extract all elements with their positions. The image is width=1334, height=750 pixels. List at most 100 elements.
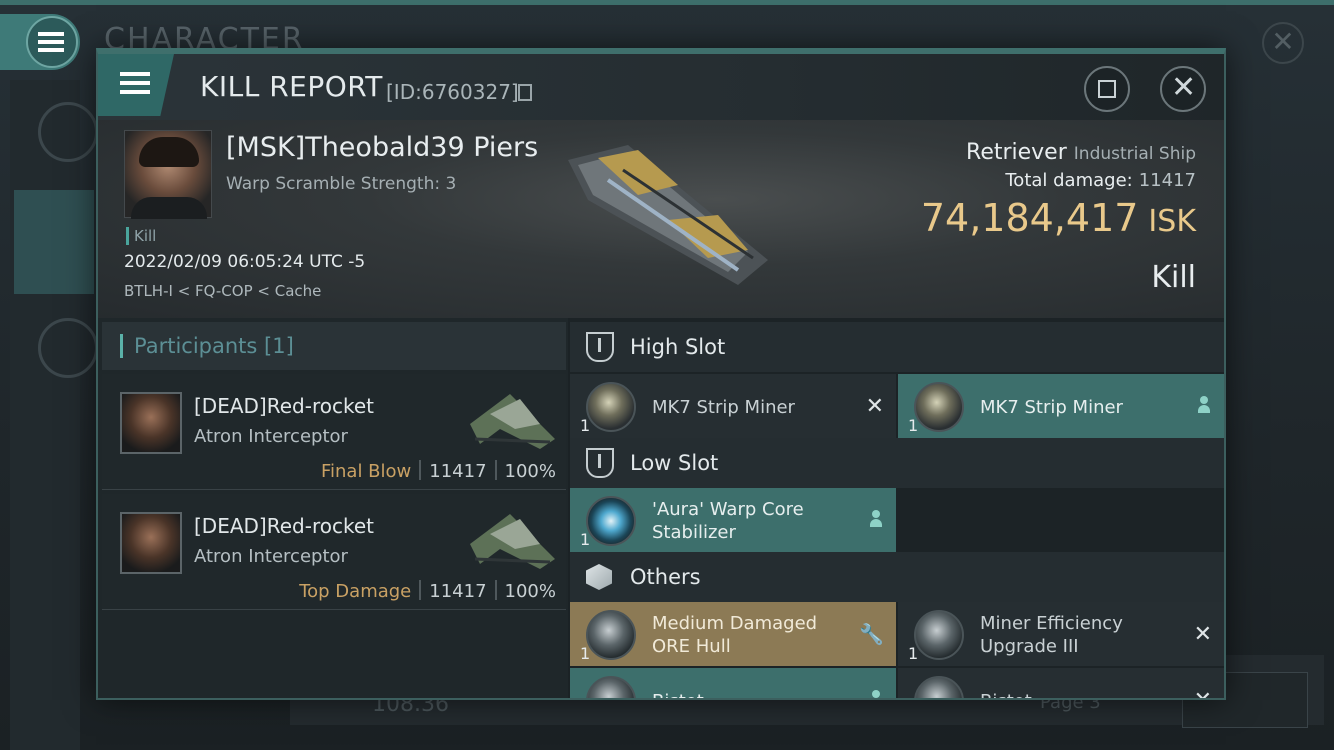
participant-name: [DEAD]Red-rocket — [194, 514, 374, 538]
item-name: Miner Efficiency Upgrade III — [980, 613, 1123, 657]
retriever-ship-icon[interactable] — [548, 140, 778, 290]
item-row[interactable]: 1 Miner Efficiency Upgrade III ✕ — [898, 602, 1224, 666]
victim-name[interactable]: [MSK]Theobald39 Piers — [226, 132, 538, 163]
menu-ring — [26, 16, 78, 68]
destroyed-icon: ✕ — [1194, 688, 1212, 698]
share-icon — [1098, 80, 1116, 98]
kill-location[interactable]: BTLH-I < FQ-COP < Cache — [124, 282, 321, 300]
item-row[interactable]: 1 Medium Damaged ORE Hull 🔧 — [570, 602, 896, 666]
miner-upgrade-icon — [914, 610, 964, 660]
result-label: Kill — [1151, 260, 1196, 295]
participants-panel: Participants [1] [DEAD]Red-rocket Atron … — [98, 318, 568, 698]
divider — [494, 460, 497, 480]
isk-value: 74,184,417 ISK — [921, 196, 1196, 240]
participant-damage: 11417 — [429, 581, 487, 602]
participant-stats: Top Damage 11417 100% — [299, 580, 556, 602]
cargo-box-icon — [586, 564, 612, 590]
isk-amount: 74,184,417 — [920, 196, 1139, 240]
participants-title: Participants — [134, 334, 258, 358]
hamburger-icon — [120, 72, 150, 76]
victim-panel: [MSK]Theobald39 Piers Warp Scramble Stre… — [98, 120, 1224, 318]
victim-ship[interactable]: Retriever Industrial Ship — [966, 140, 1196, 165]
copy-icon[interactable] — [518, 84, 532, 101]
character-sidebar — [10, 80, 98, 750]
sidebar-menu-icon[interactable] — [38, 102, 98, 162]
participant-percent: 100% — [504, 581, 556, 602]
final-blow-tag: Final Blow — [320, 461, 412, 482]
participant-percent: 100% — [504, 461, 556, 482]
item-qty: 1 — [908, 644, 919, 663]
dropped-icon — [870, 510, 882, 528]
window-menu-button[interactable] — [98, 54, 174, 116]
item-row[interactable]: 1 MK7 Strip Miner ✕ — [570, 374, 896, 438]
atron-ship-icon[interactable] — [460, 504, 562, 576]
item-name: MK7 Strip Miner — [652, 397, 795, 418]
close-button[interactable]: ✕ — [1160, 66, 1206, 112]
participant-row[interactable]: [DEAD]Red-rocket Atron Interceptor Final… — [102, 374, 566, 490]
top-accent-line — [0, 0, 1334, 5]
main-menu-button[interactable] — [0, 14, 80, 70]
high-slot-icon — [586, 332, 614, 362]
kill-tag: Kill — [126, 227, 156, 245]
participants-label: Participants [1] — [134, 334, 294, 358]
item-qty: 1 — [580, 530, 591, 549]
window-header: KILL REPORT [ID:6760327] ✕ — [98, 54, 1224, 120]
participant-avatar[interactable] — [120, 512, 182, 574]
window-title: KILL REPORT — [200, 70, 383, 103]
divider — [494, 580, 497, 600]
portrait-body — [131, 197, 207, 219]
item-row[interactable]: Bistot ✕ — [898, 668, 1224, 698]
hamburger-icon — [38, 32, 64, 36]
item-row[interactable]: 1 'Aura' Warp Core Stabilizer — [570, 488, 896, 552]
item-row[interactable]: Bistot — [570, 668, 896, 698]
participant-ship: Atron Interceptor — [194, 546, 348, 567]
item-name: Bistot — [652, 690, 852, 698]
divider — [419, 460, 422, 480]
warp-core-stabilizer-icon — [586, 496, 636, 546]
kill-report-window: KILL REPORT [ID:6760327] ✕ [MSK]Theobald… — [96, 48, 1226, 700]
victim-portrait[interactable] — [124, 130, 212, 219]
strip-miner-icon — [914, 382, 964, 432]
character-close-icon[interactable]: ✕ — [1262, 22, 1304, 64]
item-name: Medium Damaged ORE Hull — [652, 613, 818, 657]
warp-scramble-strength: Warp Scramble Strength: 3 — [226, 174, 457, 194]
star-icon[interactable] — [38, 318, 98, 378]
sidebar-tab-combat[interactable] — [14, 190, 94, 294]
item-qty: 1 — [580, 644, 591, 663]
item-row[interactable]: 1 MK7 Strip Miner — [898, 374, 1224, 438]
low-slot-header: Low Slot — [570, 438, 1224, 488]
total-damage: Total damage: 11417 — [1005, 170, 1196, 191]
report-id: [ID:6760327] — [386, 80, 519, 104]
high-slot-header: High Slot — [570, 322, 1224, 372]
participant-stats: Final Blow 11417 100% — [321, 460, 556, 482]
participant-avatar[interactable] — [120, 392, 182, 454]
participants-count: [1] — [264, 334, 294, 358]
item-name: MK7 Strip Miner — [980, 397, 1123, 418]
bistot-icon — [586, 676, 636, 698]
share-button[interactable] — [1084, 66, 1130, 112]
total-damage-label: Total damage: — [1005, 170, 1133, 191]
low-slot-icon — [586, 448, 614, 478]
others-label: Others — [630, 565, 701, 589]
top-damage-tag: Top Damage — [299, 581, 412, 602]
destroyed-icon: ✕ — [1193, 622, 1212, 647]
strip-miner-icon — [586, 382, 636, 432]
participants-header: Participants [1] — [102, 322, 566, 370]
item-qty: 1 — [580, 416, 591, 435]
fitting-panel: High Slot 1 MK7 Strip Miner ✕ 1 MK7 Stri… — [570, 318, 1224, 698]
high-slot-label: High Slot — [630, 335, 726, 359]
divider — [419, 580, 422, 600]
dropped-icon — [1198, 396, 1210, 414]
isk-unit: ISK — [1148, 204, 1196, 239]
participant-row[interactable]: [DEAD]Red-rocket Atron Interceptor Top D… — [102, 494, 566, 610]
ship-name: Retriever — [966, 140, 1067, 165]
participant-name: [DEAD]Red-rocket — [194, 394, 374, 418]
dropped-icon — [870, 690, 882, 698]
others-header: Others — [570, 552, 1224, 602]
close-icon: ✕ — [1171, 70, 1197, 105]
header-bar — [120, 334, 123, 358]
low-slot-label: Low Slot — [630, 451, 719, 475]
ship-class: Industrial Ship — [1073, 144, 1196, 164]
wrench-icon: 🔧 — [859, 622, 884, 646]
atron-ship-icon[interactable] — [460, 384, 562, 456]
